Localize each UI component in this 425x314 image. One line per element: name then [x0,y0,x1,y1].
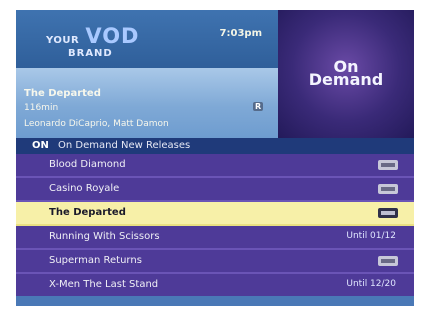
on-demand-line2: Demand [308,70,384,89]
availability-text: Until 01/12 [346,231,396,241]
list-item-label: The Departed [49,207,126,218]
program-cast: Leonardo DiCaprio, Matt Damon [24,119,169,129]
brand-logo: YOUR VOD BRAND [46,24,140,59]
category-name: On Demand New Releases [58,140,191,151]
on-demand-promo: On Demand [278,10,414,138]
list-item-selected[interactable]: The Departed [16,202,414,226]
hd-icon [378,160,398,170]
program-details-panel: The Departed 116min R Leonardo DiCaprio,… [16,68,278,138]
program-list: Blood Diamond Casino Royale The Departed… [16,154,414,298]
on-demand-logo: On Demand [278,59,414,89]
list-item-label: Running With Scissors [49,231,160,242]
hd-icon [378,256,398,266]
availability-text: Until 12/20 [346,279,396,289]
list-item[interactable]: Running With Scissors Until 01/12 [16,226,414,250]
hd-icon [378,208,398,218]
hd-icon [378,184,398,194]
program-title: The Departed [24,88,101,99]
logo-your-text: YOUR [46,35,80,46]
on-label: ON [32,140,49,151]
list-item[interactable]: X-Men The Last Stand Until 12/20 [16,274,414,298]
list-item-label: Superman Returns [49,255,142,266]
list-item-label: Blood Diamond [49,159,126,170]
logo-vod-text: VOD [85,24,140,48]
list-item[interactable]: Blood Diamond [16,154,414,178]
rating-badge: R [253,102,264,111]
vod-screen: YOUR VOD BRAND 7:03pm On Demand The Depa… [16,10,414,306]
program-duration: 116min [24,103,59,113]
category-bar: ON On Demand New Releases [16,138,414,154]
list-item-label: Casino Royale [49,183,120,194]
logo-brand-text: BRAND [68,48,113,59]
list-item-label: X-Men The Last Stand [49,279,159,290]
header-bar: YOUR VOD BRAND 7:03pm [16,10,278,68]
clock: 7:03pm [219,28,262,39]
list-item[interactable]: Superman Returns [16,250,414,274]
footer-bar [16,296,414,306]
list-item[interactable]: Casino Royale [16,178,414,202]
